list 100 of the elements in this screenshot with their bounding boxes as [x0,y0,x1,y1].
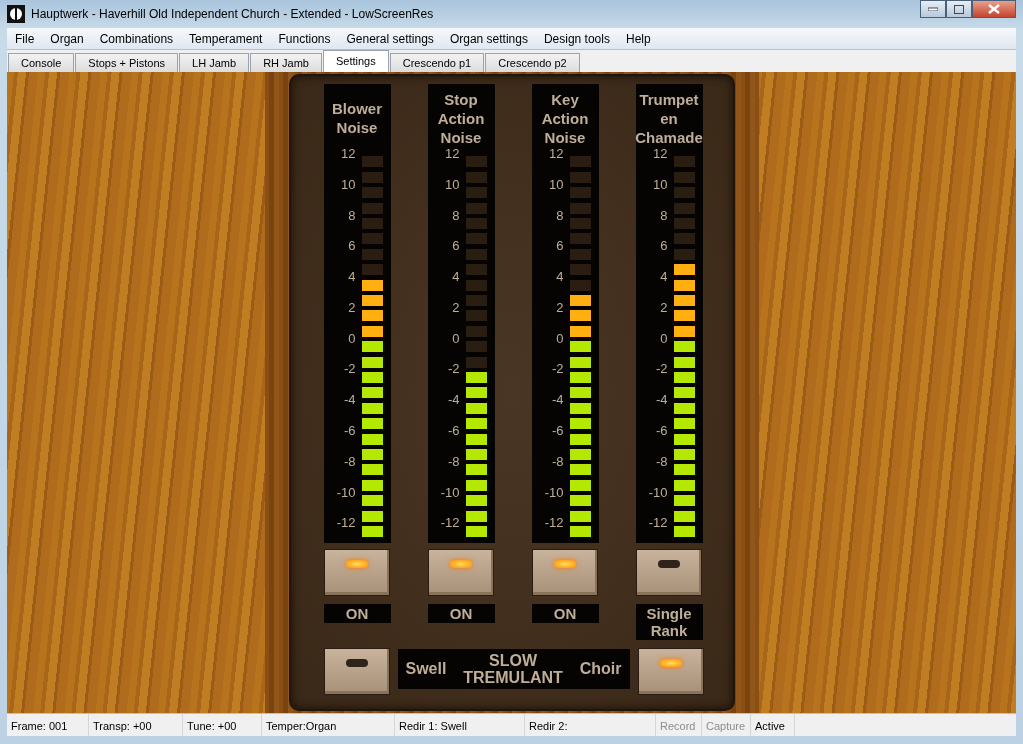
menu-item[interactable]: File [7,29,43,48]
scale-label: 2 [556,299,564,316]
menu-item[interactable]: Help [617,29,659,48]
division-label: Choir [579,658,622,679]
scale-label: 10 [445,176,460,193]
status-field: Frame: 001 [7,714,89,736]
maximize-button[interactable] [946,0,972,18]
scale-label: 12 [341,146,356,162]
meter-title: Trumpet en Chamade [635,89,703,148]
scale-label: -10 [336,484,356,500]
status-field: Redir 2: [525,714,656,736]
status-label: Single Rank [635,604,703,641]
status-label: ON [323,604,391,624]
tab[interactable]: Console [8,53,75,72]
scale-label: 6 [660,238,668,254]
meter-title: Key Action Noise [540,89,590,148]
scale-label: -8 [551,453,564,470]
scale-label: -2 [447,361,460,377]
close-button[interactable] [972,0,1016,18]
scale-label: -4 [655,392,668,408]
status-label: ON [531,604,599,624]
app-icon [7,5,25,23]
scale-label: -10 [440,484,460,500]
scale-label: 12 [445,146,460,162]
scale-label: 0 [556,330,564,347]
scale-label: -2 [343,361,356,377]
menu-item[interactable]: Organ settings [441,29,536,48]
scale-label: 12 [653,146,668,162]
status-field: Tune: +00 [183,714,262,736]
status-label: ON [427,604,495,624]
scale-label: 8 [660,207,668,223]
scale-label: -6 [655,423,668,439]
scale-label: -12 [544,515,564,531]
scale-label: 4 [660,269,668,285]
status-field: Active [751,714,795,736]
scale-label: -12 [336,515,356,531]
menu-item[interactable]: Design tools [535,29,618,48]
scale-label: 0 [660,330,668,347]
tab[interactable]: LH Jamb [179,53,250,72]
scale-label: 2 [660,299,668,316]
scale-label: 0 [348,330,356,347]
scale-label: 8 [556,207,564,223]
status-field: Capture [702,714,751,736]
status-field: Redir 1: Swell [395,714,525,736]
scale-label: 12 [549,146,564,162]
piston-button[interactable] [428,549,494,597]
scale-label: 6 [348,238,356,254]
status-field: Record [656,714,702,736]
scale-label: 10 [549,176,564,193]
minimize-icon [928,7,938,11]
piston-button[interactable] [532,549,598,597]
tab[interactable]: Stops + Pistons [75,53,179,72]
menu-item[interactable]: Functions [270,29,339,48]
scale-label: 2 [348,299,356,316]
status-field: Temper:Organ [262,714,395,736]
scale-label: 0 [452,330,460,347]
tab[interactable]: Crescendo p1 [389,53,485,72]
scale-label: -10 [544,484,564,500]
scale-label: -10 [648,484,668,500]
scale-label: 4 [556,269,564,285]
scale-label: -4 [551,392,564,408]
piston-button[interactable] [637,648,704,695]
scale-label: -8 [447,453,460,470]
piston-button[interactable] [323,648,390,695]
scale-label: -2 [655,361,668,377]
scale-label: -4 [447,392,460,408]
maximize-icon [954,4,964,14]
scale-label: 2 [452,299,460,316]
scale-label: 8 [452,207,460,223]
division-label: Swell [405,658,447,679]
menu-item[interactable]: Combinations [91,29,182,48]
minimize-button[interactable] [920,0,946,18]
scale-label: 6 [452,238,460,254]
tab[interactable]: Crescendo p2 [485,53,580,72]
scale-label: -2 [551,361,564,377]
menu-item[interactable]: Temperament [181,29,271,48]
tab[interactable]: RH Jamb [250,53,322,72]
close-icon [988,4,1000,14]
scale-label: 10 [653,176,668,193]
meter-title: Stop Action Noise [436,89,486,148]
scale-label: -6 [447,423,460,439]
scale-label: -12 [648,515,668,531]
tremulant-title: SLOW TREMULANT [462,651,564,686]
status-field: Transp: +00 [89,714,183,736]
scale-label: 4 [452,269,460,285]
scale-label: 4 [348,269,356,285]
scale-label: -6 [343,423,356,439]
menu-item[interactable]: General settings [338,29,442,48]
tab[interactable]: Settings [323,50,389,72]
piston-button[interactable] [324,549,390,597]
scale-label: 10 [341,176,356,193]
menu-item[interactable]: Organ [42,29,92,48]
scale-label: 6 [556,238,564,254]
piston-button[interactable] [636,549,702,597]
scale-label: -12 [440,515,460,531]
scale-label: -6 [551,423,564,439]
scale-label: -8 [343,453,356,470]
scale-label: -8 [655,453,668,470]
meter-title: Blower Noise [331,99,383,138]
window-title: Hauptwerk - Haverhill Old Independent Church - Extended - LowScreenRes [31,6,434,23]
